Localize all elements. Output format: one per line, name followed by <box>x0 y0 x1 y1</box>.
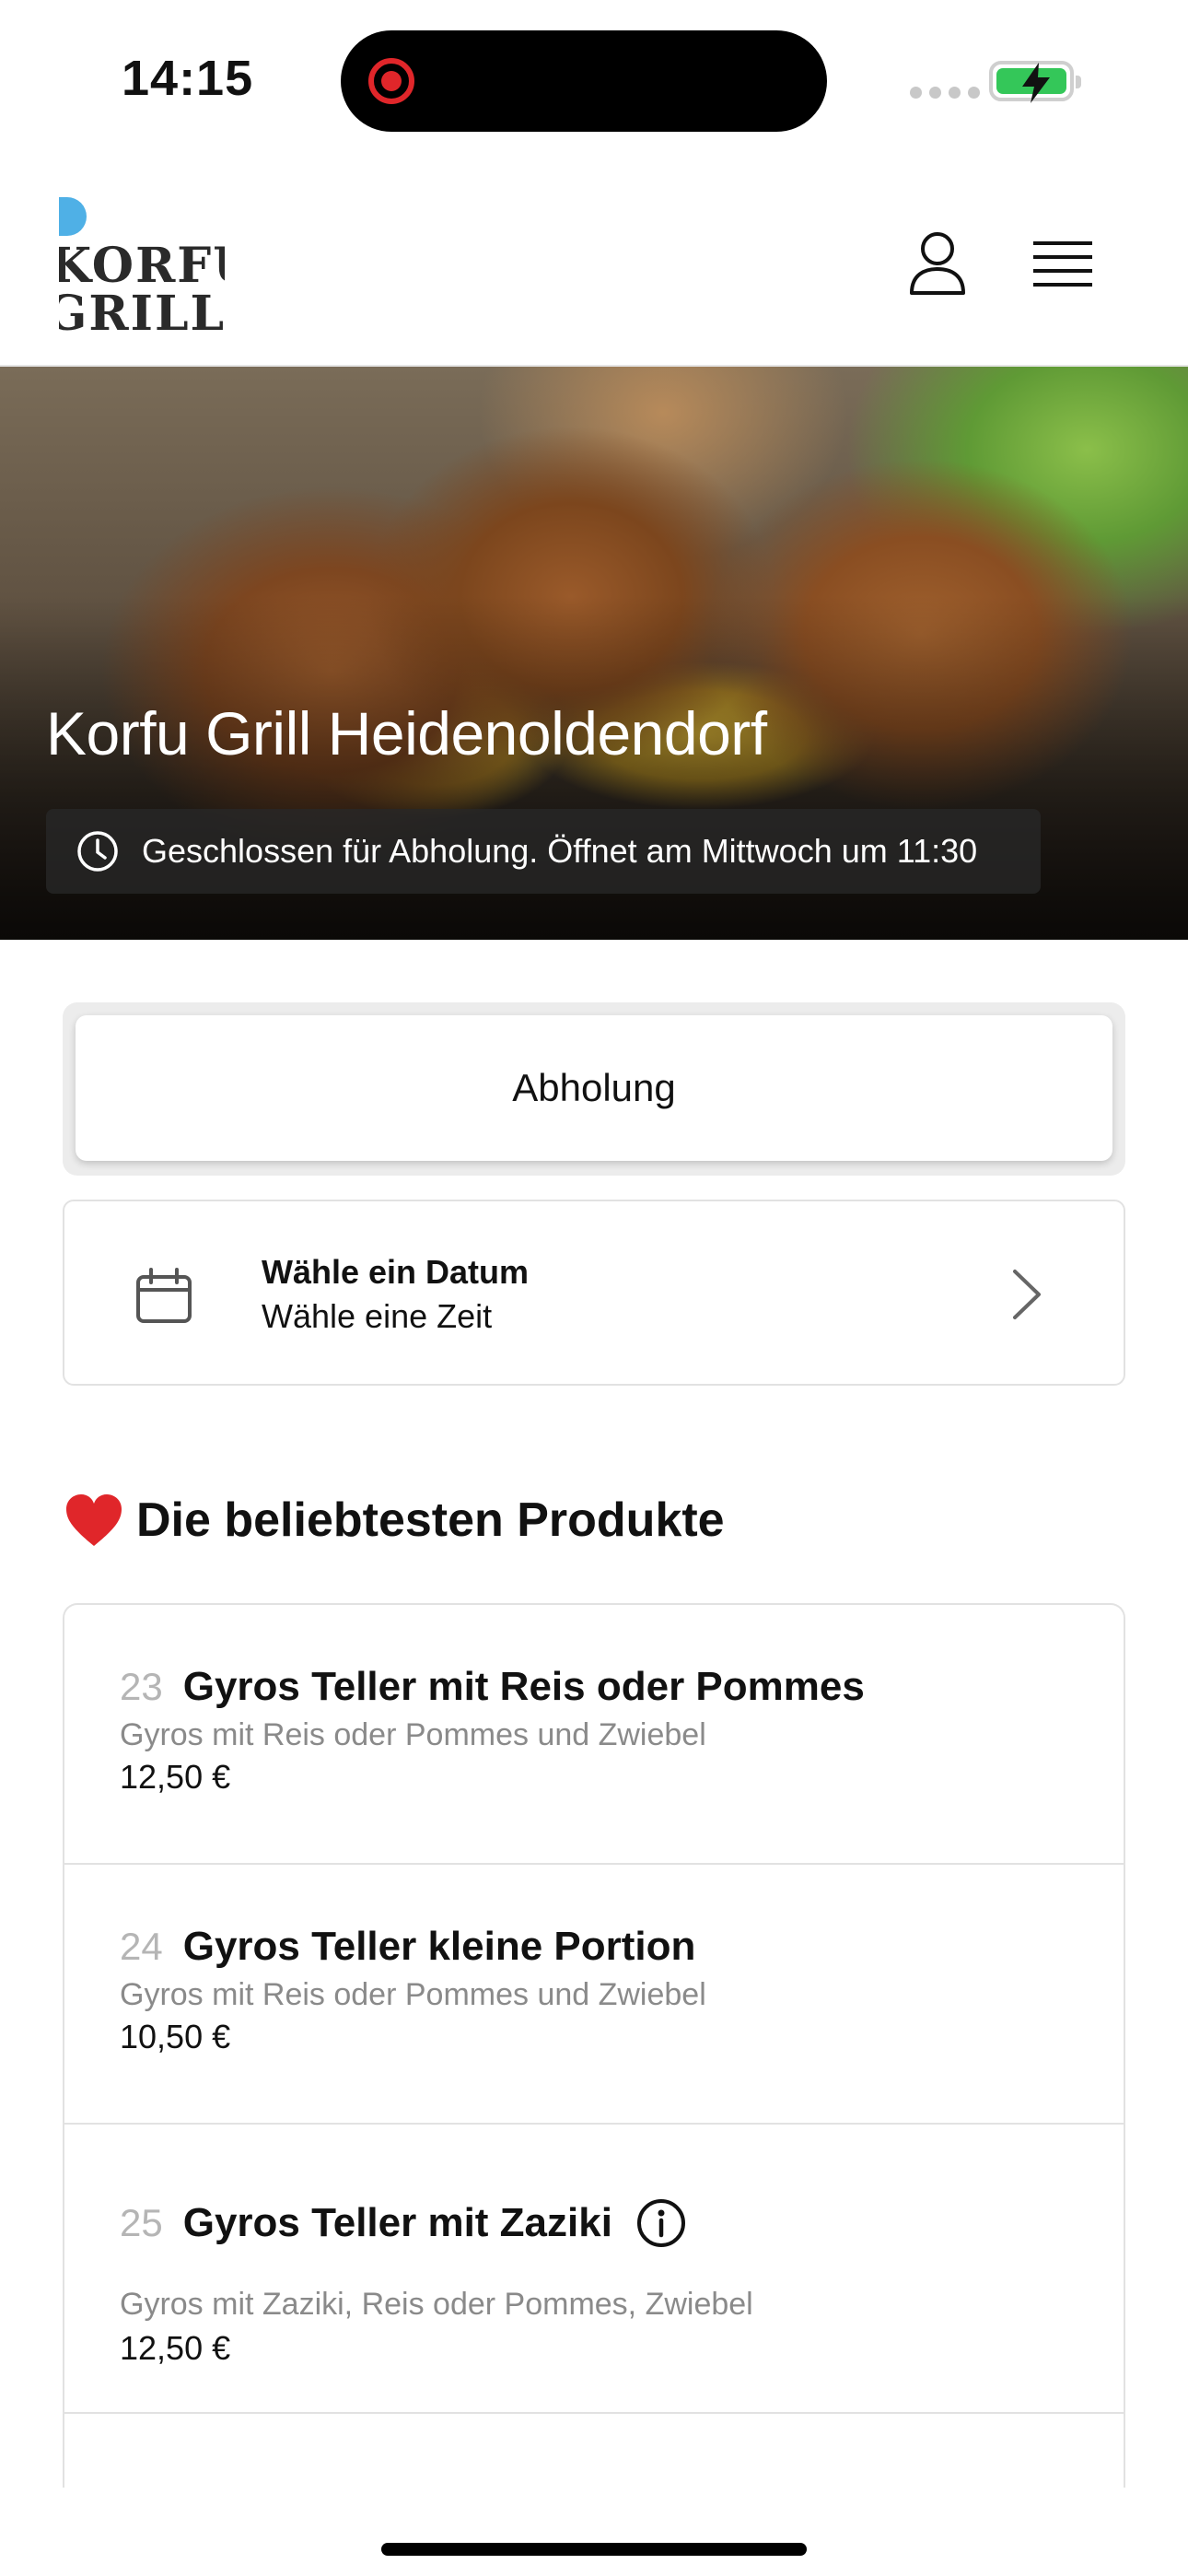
app-header: KORFU GRILL <box>0 157 1188 367</box>
time-label: Wähle eine Zeit <box>262 1297 493 1335</box>
user-icon[interactable] <box>908 230 967 297</box>
info-icon[interactable] <box>636 2198 686 2248</box>
logo-badge-icon <box>59 197 87 236</box>
product-item[interactable]: 24 Gyros Teller kleine Portion Gyros mit… <box>64 1865 1124 2125</box>
chevron-right-icon <box>1013 1270 1041 1319</box>
product-price: 10,50 € <box>120 2018 231 2055</box>
clock-icon <box>77 831 118 872</box>
opening-status-badge: Geschlossen für Abholung. Öffnet am Mitt… <box>46 809 1041 894</box>
product-number: 24 <box>120 1925 163 1968</box>
product-price: 12,50 € <box>120 2329 231 2367</box>
popular-products-list: 23 Gyros Teller mit Reis oder Pommes Gyr… <box>63 1603 1125 2488</box>
heart-icon <box>66 1494 122 1546</box>
pickup-mode-button[interactable]: Abholung <box>76 1015 1112 1161</box>
signal-icon <box>910 87 980 99</box>
restaurant-logo[interactable]: KORFU GRILL <box>59 193 225 332</box>
status-time: 14:15 <box>122 51 254 106</box>
product-name: Gyros Teller mit Zaziki <box>182 2200 612 2245</box>
popular-products-title: Die beliebtesten Produkte <box>136 1493 725 1547</box>
dynamic-island <box>341 30 827 132</box>
product-name: Gyros Teller kleine Portion <box>182 1924 696 1969</box>
hero-banner: Korfu Grill Heidenoldendorf Geschlossen … <box>0 367 1188 940</box>
popular-products-heading: Die beliebtesten Produkte <box>64 1493 725 1548</box>
product-description: Gyros mit Reis oder Pommes und Zwiebel <box>120 1717 706 1752</box>
product-number: 25 <box>120 2201 163 2244</box>
recording-indicator-icon <box>368 58 414 104</box>
schedule-picker[interactable]: Wähle ein Datum Wähle eine Zeit <box>63 1200 1125 1386</box>
logo-text-line2: GRILL <box>59 286 225 332</box>
order-mode-selector: Abholung <box>63 1002 1125 1176</box>
hamburger-menu-icon[interactable] <box>1033 240 1092 289</box>
restaurant-name: Korfu Grill Heidenoldendorf <box>46 699 767 767</box>
status-bar: 14:15 <box>0 0 1188 157</box>
product-description: Gyros mit Reis oder Pommes und Zwiebel <box>120 1977 706 2012</box>
product-item[interactable]: 25 Gyros Teller mit Zaziki Gyros mit Zaz… <box>64 2125 1124 2414</box>
product-number: 23 <box>120 1665 163 1708</box>
product-name: Gyros Teller mit Reis oder Pommes <box>182 1664 865 1709</box>
product-description: Gyros mit Zaziki, Reis oder Pommes, Zwie… <box>120 2287 753 2322</box>
home-indicator[interactable] <box>381 2543 807 2556</box>
product-price: 12,50 € <box>120 1758 231 1796</box>
calendar-icon <box>136 1268 192 1323</box>
battery-charging-icon <box>989 61 1081 103</box>
product-item[interactable]: 23 Gyros Teller mit Reis oder Pommes Gyr… <box>64 1605 1124 1865</box>
date-label: Wähle ein Datum <box>262 1253 530 1291</box>
opening-status-text: Geschlossen für Abholung. Öffnet am Mitt… <box>142 832 978 870</box>
